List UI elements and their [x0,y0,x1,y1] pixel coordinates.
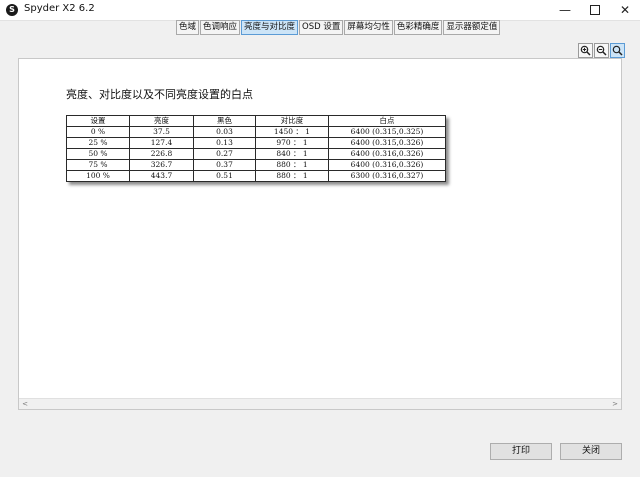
white-point-cell: 6400 (0.316,0.326) [328,159,446,171]
setting-cell: 0 % [66,126,130,138]
table-row: 75 % 326.7 0.37 880 ： 1 6400 (0.316,0.32… [66,159,446,171]
table-row: 25 % 127.4 0.13 970 ： 1 6400 (0.315,0.32… [66,137,446,149]
tab-color-accuracy[interactable]: 色彩精确度 [393,20,443,35]
zoom-in-icon [580,45,591,56]
column-header: 设置 [66,115,130,127]
white-point-cell: 6300 (0.316,0.327) [328,170,446,182]
black-level-cell: 0.37 [193,159,256,171]
brightness-contrast-table: 设置 亮度 黑色 对比度 白点 0 % 37.5 0.03 1450 ： 1 6… [66,115,446,182]
tab-tone-response[interactable]: 色调响应 [200,20,241,35]
table-row: 0 % 37.5 0.03 1450 ： 1 6400 (0.315,0.325… [66,126,446,138]
tab-screen-uniformity[interactable]: 屏幕均匀性 [344,20,393,35]
white-point-cell: 6400 (0.316,0.326) [328,148,446,160]
title-bar: S Spyder X2 6.2 — ✕ [0,0,640,21]
tab-display-rating[interactable]: 显示器额定值 [443,20,501,35]
setting-cell: 100 % [66,170,130,182]
contrast-cell: 970 ： 1 [255,137,329,149]
minimize-button[interactable]: — [550,0,580,20]
black-level-cell: 0.27 [193,148,256,160]
table-row: 50 % 226.8 0.27 840 ： 1 6400 (0.316,0.32… [66,148,446,160]
column-header: 对比度 [255,115,329,127]
zoom-out-icon [596,45,607,56]
luminance-cell: 37.5 [129,126,194,138]
black-level-cell: 0.03 [193,126,256,138]
setting-cell: 25 % [66,137,130,149]
luminance-cell: 127.4 [129,137,194,149]
contrast-cell: 880 ： 1 [255,159,329,171]
luminance-cell: 226.8 [129,148,194,160]
tab-color-gamut[interactable]: 色域 [176,20,200,35]
column-header: 亮度 [129,115,194,127]
zoom-toolbar [578,43,626,58]
close-button[interactable]: 关闭 [560,443,622,460]
zoom-fit-icon [612,45,623,56]
white-point-cell: 6400 (0.315,0.325) [328,126,446,138]
contrast-cell: 840 ： 1 [255,148,329,160]
zoom-out-button[interactable] [594,43,609,58]
contrast-cell: 1450 ： 1 [255,126,329,138]
report-panel: 亮度、对比度以及不同亮度设置的白点 设置 亮度 黑色 对比度 白点 0 % 37… [18,58,622,410]
column-header: 白点 [328,115,446,127]
horizontal-scrollbar[interactable]: < > [19,398,621,409]
tab-osd-settings[interactable]: OSD 设置 [299,20,344,35]
maximize-icon [590,4,600,15]
tab-brightness-contrast[interactable]: 亮度与对比度 [241,20,299,35]
luminance-cell: 443.7 [129,170,194,182]
table-header-row: 设置 亮度 黑色 对比度 白点 [66,115,446,127]
setting-cell: 75 % [66,159,130,171]
column-header: 黑色 [193,115,256,127]
report-heading: 亮度、对比度以及不同亮度设置的白点 [66,88,253,101]
scroll-left-button[interactable]: < [19,399,31,409]
zoom-in-button[interactable] [578,43,593,58]
black-level-cell: 0.13 [193,137,256,149]
white-point-cell: 6400 (0.315,0.326) [328,137,446,149]
setting-cell: 50 % [66,148,130,160]
report-tab-bar: 色域 色调响应 亮度与对比度 OSD 设置 屏幕均匀性 色彩精确度 显示器额定值 [176,20,501,35]
black-level-cell: 0.51 [193,170,256,182]
contrast-cell: 880 ： 1 [255,170,329,182]
luminance-cell: 326.7 [129,159,194,171]
print-button[interactable]: 打印 [490,443,552,460]
close-window-button[interactable]: ✕ [610,0,640,20]
scroll-right-button[interactable]: > [609,399,621,409]
zoom-fit-button[interactable] [610,43,625,58]
table-row: 100 % 443.7 0.51 880 ： 1 6300 (0.316,0.3… [66,170,446,182]
window-title: Spyder X2 6.2 [24,3,95,14]
app-logo-icon: S [6,4,18,16]
maximize-button[interactable] [580,0,610,20]
